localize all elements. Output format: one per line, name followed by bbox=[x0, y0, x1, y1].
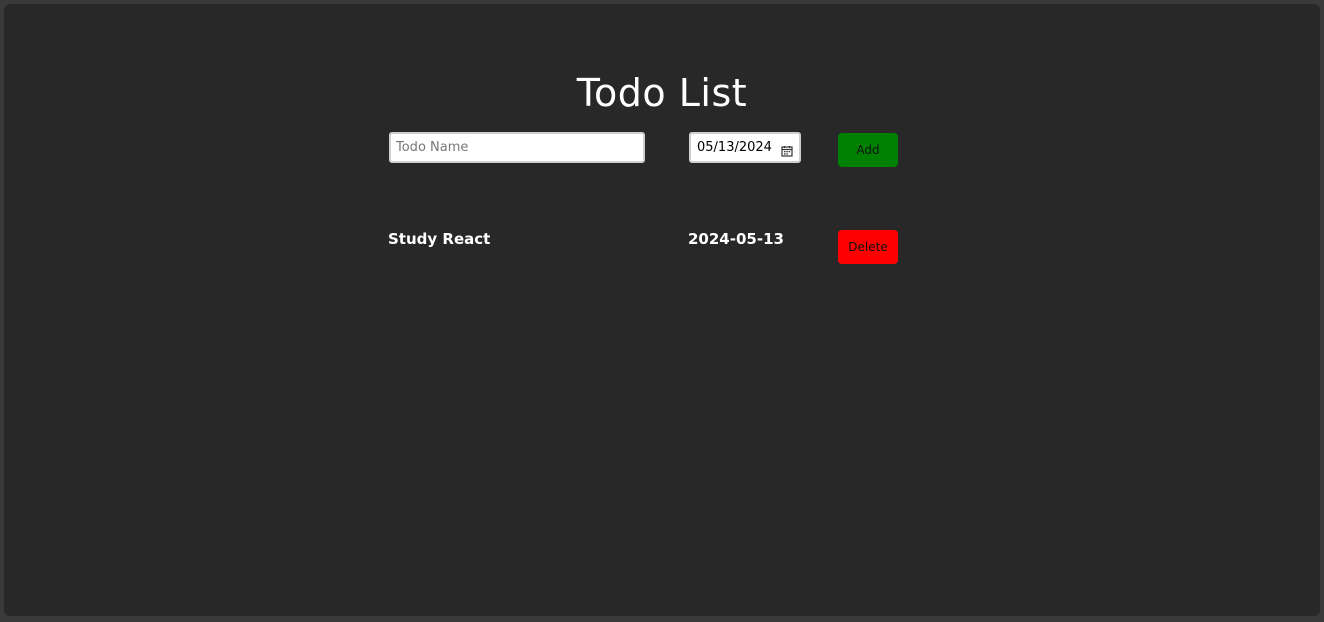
calendar-icon[interactable] bbox=[781, 142, 793, 157]
todo-item-name: Study React bbox=[388, 230, 491, 248]
todo-item: Study React 2024-05-13 Delete bbox=[388, 226, 900, 266]
delete-button[interactable]: Delete bbox=[838, 230, 898, 264]
add-button[interactable]: Add bbox=[838, 133, 898, 167]
todo-date-input[interactable]: 05/13/2024 bbox=[689, 132, 801, 163]
date-value: 05/13/2024 bbox=[697, 140, 772, 155]
page-title: Todo List bbox=[576, 71, 748, 116]
todo-item-date: 2024-05-13 bbox=[688, 230, 784, 248]
app-window: Todo List 05/13/2024 Add Study React 202… bbox=[4, 4, 1320, 616]
todo-name-input[interactable] bbox=[389, 132, 645, 163]
